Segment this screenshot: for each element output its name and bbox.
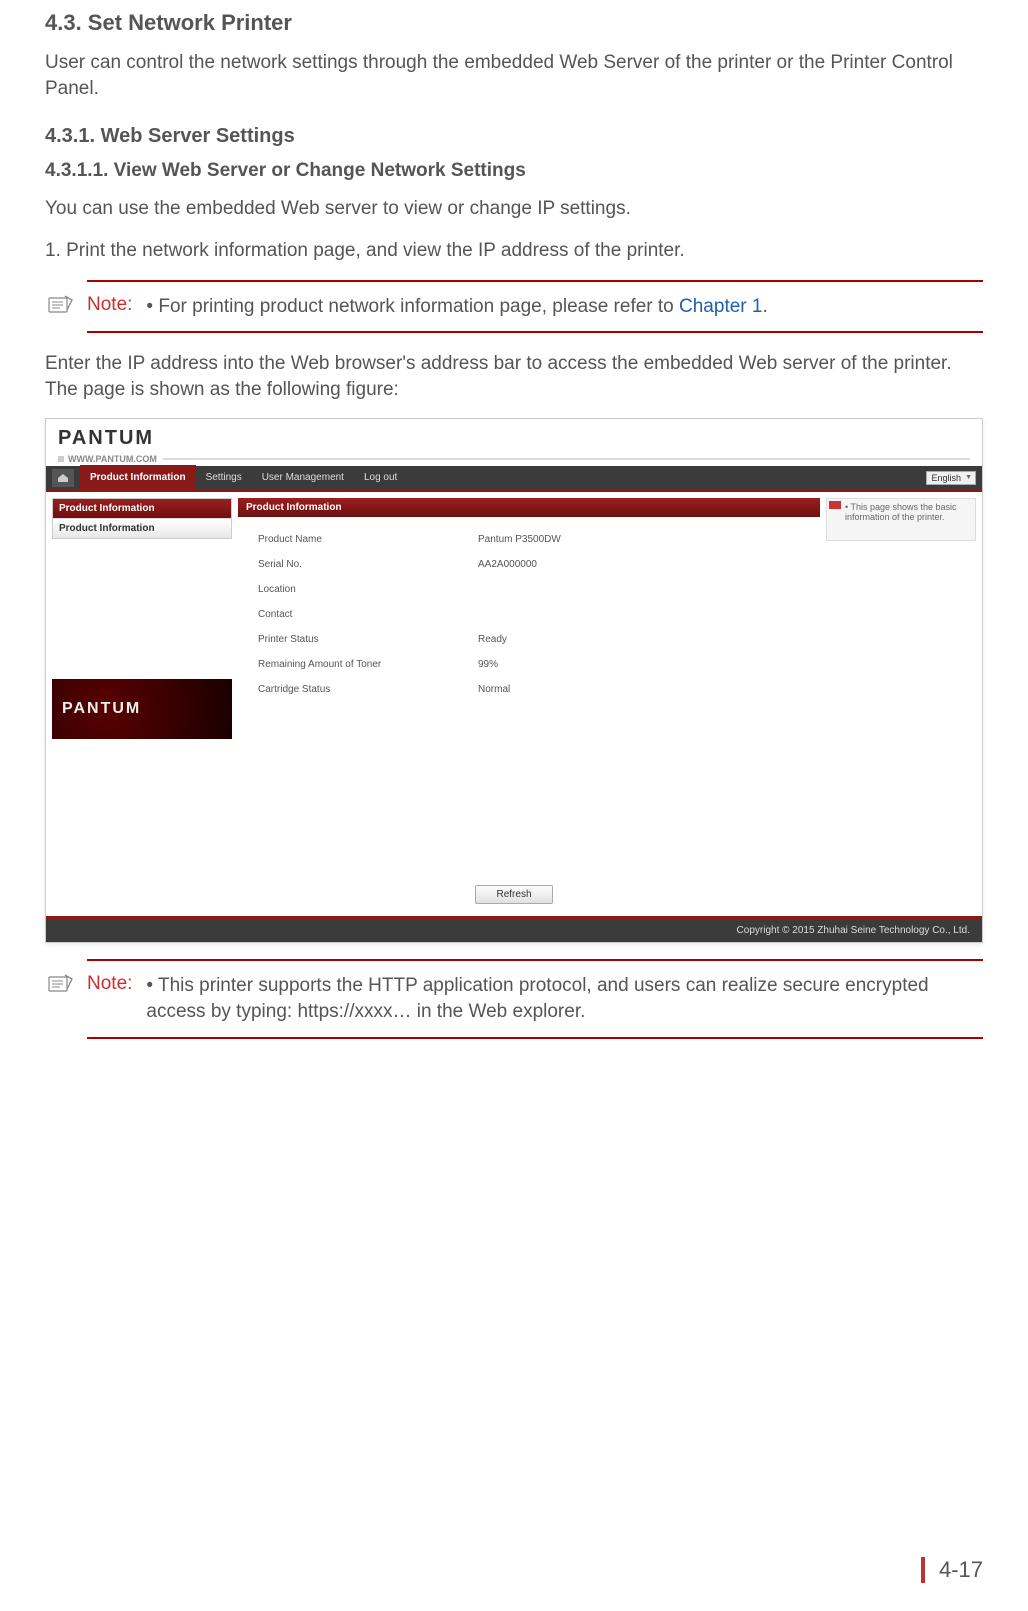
row-key: Contact xyxy=(258,609,478,620)
note-rule-top xyxy=(87,959,983,961)
sidebar-header: Product Information xyxy=(53,499,231,518)
tab-log-out[interactable]: Log out xyxy=(354,465,407,491)
tip-text: • This page shows the basic information … xyxy=(845,502,971,522)
language-select[interactable]: English xyxy=(926,471,976,485)
note-label: Note: xyxy=(87,294,132,316)
page-number: 4-17 xyxy=(921,1557,983,1583)
note-text: • For printing product network informati… xyxy=(146,294,767,320)
row-value: Ready xyxy=(478,634,507,645)
note-icon xyxy=(45,973,77,995)
subsection-title: 4.3.1. Web Server Settings xyxy=(45,125,983,148)
body-p2: 1. Print the network information page, a… xyxy=(45,238,983,264)
row-value: AA2A000000 xyxy=(478,559,537,570)
table-row: Product NamePantum P3500DW xyxy=(258,527,800,552)
table-row: Location xyxy=(258,577,800,602)
sidebar: Product Information Product Information xyxy=(52,498,232,539)
note-rule-bottom xyxy=(87,331,983,333)
section-title: 4.3. Set Network Printer xyxy=(45,10,983,36)
row-key: Product Name xyxy=(258,534,478,545)
tab-product-information[interactable]: Product Information xyxy=(80,465,196,491)
row-key: Cartridge Status xyxy=(258,684,478,695)
row-key: Location xyxy=(258,584,478,595)
row-value: Pantum P3500DW xyxy=(478,534,561,545)
url-text: WWW.PANTUM.COM xyxy=(68,454,157,464)
chapter-link[interactable]: Chapter 1 xyxy=(679,296,762,317)
copyright-footer: Copyright © 2015 Zhuhai Seine Technology… xyxy=(46,916,982,942)
promo-logo: PANTUM xyxy=(62,700,141,718)
sidebar-item-product-information[interactable]: Product Information xyxy=(53,518,231,538)
note-rule-top xyxy=(87,280,983,282)
note-rule-bottom xyxy=(87,1037,983,1039)
row-key: Serial No. xyxy=(258,559,478,570)
note1-suffix: . xyxy=(762,296,767,317)
table-row: Cartridge StatusNormal xyxy=(258,677,800,702)
note1-prefix: • For printing product network informati… xyxy=(146,296,679,317)
body-p1: You can use the embedded Web server to v… xyxy=(45,196,983,222)
url-line xyxy=(163,458,970,460)
row-value: 99% xyxy=(478,659,498,670)
tip-panel: • This page shows the basic information … xyxy=(826,498,976,541)
web-server-figure: PANTUM WWW.PANTUM.COM Product Informatio… xyxy=(45,418,983,943)
panel-header: Product Information xyxy=(238,498,820,517)
body-p3: Enter the IP address into the Web browse… xyxy=(45,351,983,402)
intro-paragraph: User can control the network settings th… xyxy=(45,50,983,101)
note-icon xyxy=(45,294,77,316)
note-label: Note: xyxy=(87,973,132,995)
promo-banner: PANTUM xyxy=(52,679,232,739)
url-dot xyxy=(58,456,64,462)
note-block-1: Note: • For printing product network inf… xyxy=(87,280,983,334)
table-row: Serial No.AA2A000000 xyxy=(258,552,800,577)
row-key: Printer Status xyxy=(258,634,478,645)
info-table: Product NamePantum P3500DW Serial No.AA2… xyxy=(238,517,820,702)
table-row: Remaining Amount of Toner99% xyxy=(258,652,800,677)
subsubsection-title: 4.3.1.1. View Web Server or Change Netwo… xyxy=(45,160,983,182)
table-row: Contact xyxy=(258,602,800,627)
note-block-2: Note: • This printer supports the HTTP a… xyxy=(87,959,983,1038)
top-nav: Product Information Settings User Manage… xyxy=(46,466,982,492)
row-key: Remaining Amount of Toner xyxy=(258,659,478,670)
tab-user-management[interactable]: User Management xyxy=(252,465,354,491)
home-icon[interactable] xyxy=(52,469,74,487)
table-row: Printer StatusReady xyxy=(258,627,800,652)
brand-logo: PANTUM xyxy=(58,427,970,450)
row-value: Normal xyxy=(478,684,510,695)
tab-settings[interactable]: Settings xyxy=(196,465,252,491)
note-text: • This printer supports the HTTP applica… xyxy=(146,973,983,1024)
refresh-button[interactable]: Refresh xyxy=(475,885,552,904)
